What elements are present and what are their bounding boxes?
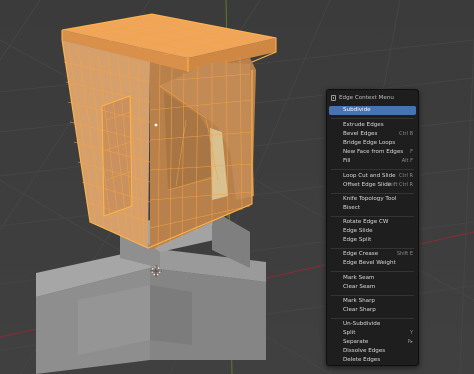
edge-icon	[331, 94, 336, 101]
menu-item-subdivide[interactable]: Subdivide	[329, 106, 416, 115]
menu-item-shortcut: F	[410, 149, 413, 155]
menu-item-edge-crease[interactable]: Edge Crease Shift E	[329, 250, 416, 259]
menu-item-mark-seam[interactable]: Mark Seam	[329, 274, 416, 283]
menu-item-edge-slide[interactable]: Edge Slide	[329, 227, 416, 236]
menu-item-edge-split[interactable]: Edge Split	[329, 236, 416, 245]
menu-item-label: Edge Split	[343, 237, 372, 243]
menu-item-shortcut: Alt F	[401, 158, 413, 164]
menu-separator	[331, 118, 414, 119]
menu-separator	[331, 193, 414, 194]
menu-item-bisect[interactable]: Bisect	[329, 204, 416, 213]
menu-item-dissolve-edges[interactable]: Dissolve Edges	[329, 347, 416, 356]
menu-item-label: Mark Sharp	[343, 298, 375, 304]
menu-item-knife-topology-tool[interactable]: Knife Topology Tool	[329, 195, 416, 204]
menu-item-rotate-edge-cw[interactable]: Rotate Edge CW	[329, 218, 416, 227]
menu-item-label: Bisect	[343, 205, 361, 211]
menu-item-loop-cut-and-slide[interactable]: Loop Cut and Slide Ctrl R	[329, 172, 416, 181]
menu-item-shortcut: Ctrl R	[399, 173, 413, 179]
menu-item-mark-sharp[interactable]: Mark Sharp	[329, 297, 416, 306]
menu-item-label: Mark Seam	[343, 275, 375, 281]
menu-separator	[331, 318, 414, 319]
menu-item-shortcut: Ctrl B	[399, 131, 413, 137]
menu-item-label: Offset Edge Slide	[343, 182, 392, 188]
menu-item-extrude-edges[interactable]: Extrude Edges	[329, 121, 416, 130]
edge-context-menu: Edge Context Menu Subdivide Extrude Edge…	[326, 89, 419, 366]
menu-item-label: Extrude Edges	[343, 122, 384, 128]
menu-title: Edge Context Menu	[331, 93, 394, 102]
menu-separator	[331, 248, 414, 249]
mesh-origin-point	[154, 123, 158, 127]
menu-item-label: Edge Bevel Weight	[343, 260, 396, 266]
menu-item-bridge-edge-loops[interactable]: Bridge Edge Loops	[329, 139, 416, 148]
menu-item-label: Delete Edges	[343, 357, 381, 363]
menu-item-label: Dissolve Edges	[343, 348, 386, 354]
menu-item-label: Knife Topology Tool	[343, 196, 397, 202]
menu-item-shortcut: P▸	[407, 339, 413, 345]
menu-item-label: New Face from Edges	[343, 149, 404, 155]
menu-separator	[331, 295, 414, 296]
menu-item-separate[interactable]: Separate P▸	[329, 338, 416, 347]
menu-item-label: Un-Subdivide	[343, 321, 381, 327]
menu-item-clear-sharp[interactable]: Clear Sharp	[329, 306, 416, 315]
menu-item-offset-edge-slide[interactable]: Offset Edge Slide Shift Ctrl R	[329, 181, 416, 190]
menu-item-un-subdivide[interactable]: Un-Subdivide	[329, 320, 416, 329]
menu-separator	[331, 169, 414, 170]
menu-item-fill[interactable]: Fill Alt F	[329, 157, 416, 166]
menu-item-new-face-from-edges[interactable]: New Face from Edges F	[329, 148, 416, 157]
menu-item-label: Subdivide	[343, 107, 371, 113]
menu-item-label: Clear Sharp	[343, 307, 376, 313]
menu-item-shortcut: Y	[409, 330, 413, 336]
menu-item-clear-seam[interactable]: Clear Seam	[329, 283, 416, 292]
menu-item-label: Edge Crease	[343, 251, 379, 257]
menu-item-bevel-edges[interactable]: Bevel Edges Ctrl B	[329, 130, 416, 139]
menu-item-label: Fill	[343, 158, 351, 164]
menu-item-label: Bridge Edge Loops	[343, 140, 396, 146]
menu-item-label: Edge Slide	[343, 228, 373, 234]
menu-item-label: Loop Cut and Slide	[343, 173, 396, 179]
menu-item-shortcut: Shift E	[396, 251, 413, 257]
menu-item-shortcut: Shift Ctrl R	[386, 182, 413, 188]
menu-separator	[331, 216, 414, 217]
menu-item-label: Bevel Edges	[343, 131, 378, 137]
menu-title-label: Edge Context Menu	[339, 94, 394, 101]
menu-separator	[331, 271, 414, 272]
menu-item-edge-bevel-weight[interactable]: Edge Bevel Weight	[329, 259, 416, 268]
menu-item-label: Rotate Edge CW	[343, 219, 389, 225]
menu-item-delete-edges[interactable]: Delete Edges	[329, 356, 416, 365]
menu-item-split[interactable]: Split Y	[329, 329, 416, 338]
menu-item-label: Clear Seam	[343, 284, 376, 290]
menu-item-label: Separate	[343, 339, 369, 345]
menu-item-label: Split	[343, 330, 356, 336]
